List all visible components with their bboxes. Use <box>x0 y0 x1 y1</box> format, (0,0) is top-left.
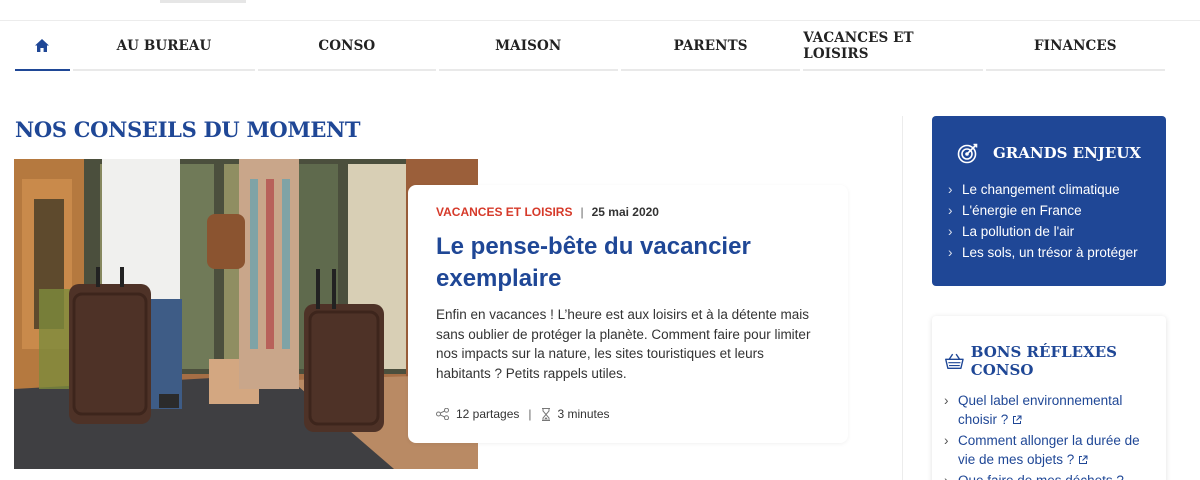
grands-enjeux-header: GRANDS ENJEUX <box>948 142 1150 164</box>
chevron-right-icon: › <box>948 182 953 197</box>
external-link-icon <box>1013 415 1022 424</box>
link-label: Quel label environnemental choisir ? <box>958 393 1123 427</box>
chevron-right-icon: › <box>948 245 953 260</box>
main-nav: AU BUREAU CONSO MAISON PARENTS VACANCES … <box>15 22 1165 71</box>
link-dechets[interactable]: ›Que faire de mes déchets ? <box>944 471 1156 480</box>
nav-au-bureau[interactable]: AU BUREAU <box>72 22 256 71</box>
link-label-environnemental[interactable]: › Quel label environnemental choisir ? <box>944 391 1156 429</box>
basket-icon <box>945 353 964 370</box>
nav-vacances-et-loisirs[interactable]: VACANCES ET LOISIRS <box>803 22 983 71</box>
link-label: L'énergie en France <box>962 203 1082 218</box>
header-remnant <box>160 0 246 3</box>
featured-article-card[interactable]: VACANCES ET LOISIRS | 25 mai 2020 Le pen… <box>408 185 848 443</box>
bons-reflexes-header: BONS RÉFLEXES CONSO <box>944 343 1156 379</box>
link-sols[interactable]: › Les sols, un trésor à protéger <box>948 242 1150 263</box>
article-title[interactable]: Le pense-bête du vacancier exemplaire <box>436 231 820 295</box>
hourglass-icon <box>541 407 550 421</box>
bons-reflexes-panel: BONS RÉFLEXES CONSO › Quel label environn… <box>932 316 1166 480</box>
target-icon <box>957 143 978 164</box>
chevron-right-icon: › <box>948 203 953 218</box>
link-label: Le changement climatique <box>962 182 1120 197</box>
article-category[interactable]: VACANCES ET LOISIRS <box>436 205 572 219</box>
home-icon <box>35 39 50 52</box>
reading-time: 3 minutes <box>557 407 610 421</box>
bons-reflexes-title: BONS RÉFLEXES CONSO <box>970 343 1117 379</box>
column-divider <box>902 116 903 480</box>
grands-enjeux-panel: GRANDS ENJEUX › Le changement climatique … <box>932 116 1166 286</box>
chevron-right-icon: › <box>948 224 953 239</box>
link-label: La pollution de l'air <box>962 224 1075 239</box>
nav-conso[interactable]: CONSO <box>258 22 436 71</box>
link-pollution-air[interactable]: › La pollution de l'air <box>948 221 1150 242</box>
bons-reflexes-links: › Quel label environnemental choisir ? › C… <box>944 391 1156 480</box>
share-count: 12 partages <box>456 407 520 421</box>
share-icon <box>436 408 449 420</box>
chevron-right-icon: › <box>944 471 958 480</box>
header-divider <box>0 20 1200 21</box>
link-label: Que faire de mes déchets ? <box>958 471 1124 480</box>
link-energie-france[interactable]: › L'énergie en France <box>948 200 1150 221</box>
article-date: 25 mai 2020 <box>591 205 659 219</box>
link-label: Comment allonger la durée de vie de mes … <box>958 433 1140 467</box>
chevron-right-icon: › <box>944 433 949 448</box>
chevron-right-icon: › <box>944 393 949 408</box>
nav-maison[interactable]: MAISON <box>438 22 618 71</box>
nav-parents[interactable]: PARENTS <box>620 22 801 71</box>
grands-enjeux-title: GRANDS ENJEUX <box>992 144 1142 162</box>
nav-home[interactable] <box>15 22 70 71</box>
link-allonger-duree-vie[interactable]: › Comment allonger la durée de vie de mes… <box>944 431 1156 469</box>
article-stats: 12 partages | 3 minutes <box>436 407 610 421</box>
grands-enjeux-links: › Le changement climatique › L'énergie en … <box>948 179 1150 263</box>
meta-separator: | <box>580 205 584 219</box>
link-label: Les sols, un trésor à protéger <box>962 245 1138 260</box>
article-excerpt: Enfin en vacances ! L’heure est aux lois… <box>436 307 811 381</box>
stats-separator: | <box>528 407 532 421</box>
article-meta: VACANCES ET LOISIRS | 25 mai 2020 <box>436 205 820 219</box>
nav-finances[interactable]: FINANCES <box>985 22 1165 71</box>
link-changement-climatique[interactable]: › Le changement climatique <box>948 179 1150 200</box>
external-link-icon <box>1079 455 1088 464</box>
section-title: NOS CONSEILS DU MOMENT <box>15 117 361 142</box>
